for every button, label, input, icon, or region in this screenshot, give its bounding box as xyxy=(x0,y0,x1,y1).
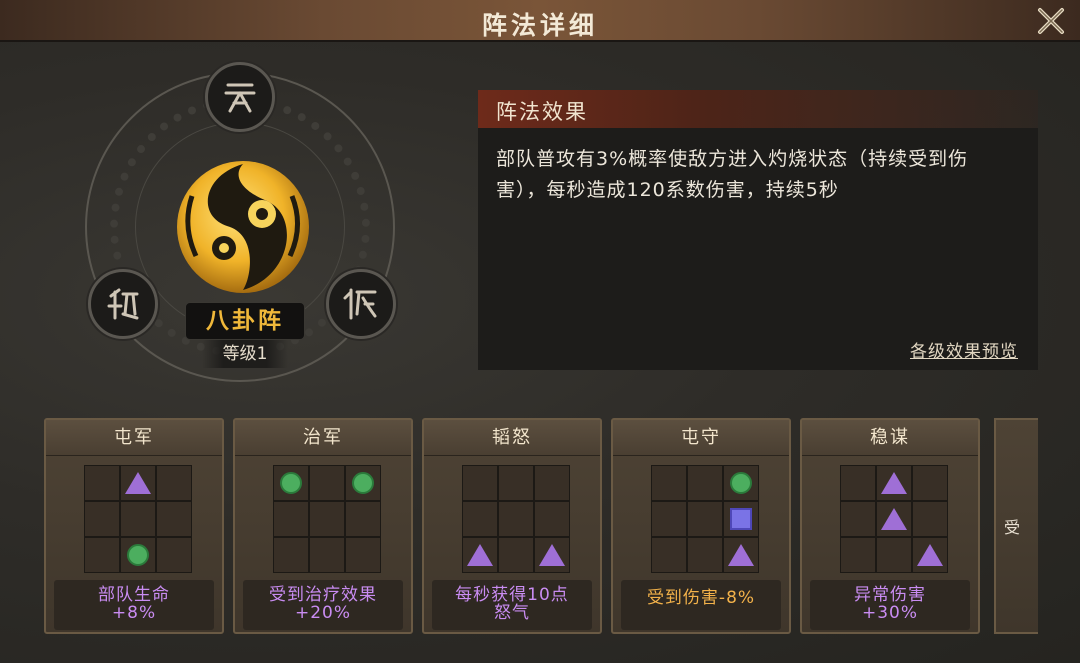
formation-cards: 屯军 部队生命 +8% 治军 受到治疗效果 +20% 韬怒 每秒获得10点 怒气 屯守 受到伤害-8… xyxy=(44,418,1038,636)
formation-name: 八卦阵 xyxy=(185,302,305,340)
effect-description: 部队普攻有3%概率使敌方进入灼烧状态（持续受到伤害），每秒造成120系数伤害，持… xyxy=(496,148,969,201)
grid-cell xyxy=(462,465,498,501)
partial-card[interactable]: 受 xyxy=(994,418,1038,634)
card-effect-line: +20% xyxy=(294,603,352,623)
grid-cell xyxy=(498,501,534,537)
position-grid xyxy=(273,465,381,573)
grid-cell xyxy=(534,465,570,501)
title-bar: 阵法详细 xyxy=(0,0,1080,42)
grid-cell xyxy=(345,501,381,537)
card-effect-line: 异常伤害 xyxy=(854,585,926,605)
grid-cell xyxy=(156,501,192,537)
card-title: 屯守 xyxy=(613,420,789,456)
formation-detail-window: 阵法详细 八卦阵 等级1 阵法效果 部队普攻有3%概率使敌方进入灼烧状态（持续受… xyxy=(0,0,1080,663)
card-effect-line: 受到伤害-8% xyxy=(646,588,756,608)
formation-card[interactable]: 屯守受到伤害-8% xyxy=(611,418,791,634)
grid-cell xyxy=(84,465,120,501)
grid-cell xyxy=(309,465,345,501)
grid-cell xyxy=(840,537,876,573)
card-effect: 受到伤害-8% xyxy=(621,580,781,630)
triangle-piece-icon xyxy=(881,472,907,494)
triangle-piece-icon xyxy=(467,544,493,566)
grid-cell xyxy=(84,537,120,573)
position-grid xyxy=(84,465,192,573)
card-title: 稳谋 xyxy=(802,420,978,456)
grid-cell xyxy=(309,501,345,537)
effect-header: 阵法效果 xyxy=(478,90,1038,128)
formation-level: 等级1 xyxy=(202,340,288,368)
triangle-piece-icon xyxy=(917,544,943,566)
square-piece-icon xyxy=(730,508,752,530)
circle-piece-icon xyxy=(280,472,302,494)
circle-piece-icon xyxy=(352,472,374,494)
grid-cell xyxy=(156,537,192,573)
grid-cell xyxy=(462,501,498,537)
formation-card[interactable]: 治军受到治疗效果 +20% xyxy=(233,418,413,634)
grid-cell xyxy=(273,501,309,537)
card-title: 治军 xyxy=(235,420,411,456)
effect-heading: 阵法效果 xyxy=(496,100,588,124)
partial-card-text: 受 xyxy=(1004,518,1021,537)
earth-rune-icon[interactable] xyxy=(88,269,158,339)
window-title: 阵法详细 xyxy=(481,11,598,40)
grid-cell xyxy=(651,501,687,537)
position-grid xyxy=(840,465,948,573)
triangle-piece-icon xyxy=(125,472,151,494)
formation-card[interactable]: 屯军部队生命 +8% xyxy=(44,418,224,634)
card-effect-line: +30% xyxy=(861,603,919,623)
grid-cell xyxy=(651,465,687,501)
heaven-rune-icon[interactable] xyxy=(205,62,275,132)
grid-cell xyxy=(345,537,381,573)
grid-cell xyxy=(498,465,534,501)
grid-cell xyxy=(273,537,309,573)
grid-cell xyxy=(687,501,723,537)
grid-cell xyxy=(156,465,192,501)
card-effect-line: +8% xyxy=(111,603,157,623)
grid-cell xyxy=(498,537,534,573)
grid-cell xyxy=(687,537,723,573)
grid-cell xyxy=(84,501,120,537)
grid-cell xyxy=(687,465,723,501)
card-effect: 每秒获得10点 怒气 xyxy=(432,580,592,630)
level-preview-link[interactable]: 各级效果预览 xyxy=(910,337,1018,362)
card-effect-line: 受到治疗效果 xyxy=(269,585,377,605)
triangle-piece-icon xyxy=(539,544,565,566)
card-effect: 异常伤害 +30% xyxy=(810,580,970,630)
card-effect-line: 部队生命 xyxy=(98,585,170,605)
close-x-icon[interactable] xyxy=(1036,6,1066,36)
card-effect: 部队生命 +8% xyxy=(54,580,214,630)
card-effect-line: 怒气 xyxy=(494,603,530,623)
grid-cell xyxy=(912,465,948,501)
formation-emblem: 八卦阵 等级1 xyxy=(80,62,410,392)
grid-cell xyxy=(120,501,156,537)
grid-cell xyxy=(912,501,948,537)
grid-cell xyxy=(309,537,345,573)
position-grid xyxy=(651,465,759,573)
position-grid xyxy=(462,465,570,573)
circle-piece-icon xyxy=(127,544,149,566)
grid-cell xyxy=(840,501,876,537)
triangle-piece-icon xyxy=(728,544,754,566)
grid-cell xyxy=(651,537,687,573)
card-title: 屯军 xyxy=(46,420,222,456)
card-effect-line: 每秒获得10点 xyxy=(455,585,569,605)
grid-cell xyxy=(534,501,570,537)
effect-panel: 部队普攻有3%概率使敌方进入灼烧状态（持续受到伤害），每秒造成120系数伤害，持… xyxy=(478,128,1038,370)
card-effect: 受到治疗效果 +20% xyxy=(243,580,403,630)
formation-card[interactable]: 稳谋异常伤害 +30% xyxy=(800,418,980,634)
human-rune-icon[interactable] xyxy=(326,269,396,339)
formation-card[interactable]: 韬怒每秒获得10点 怒气 xyxy=(422,418,602,634)
triangle-piece-icon xyxy=(881,508,907,530)
circle-piece-icon xyxy=(730,472,752,494)
card-title: 韬怒 xyxy=(424,420,600,456)
taiji-emblem-icon xyxy=(172,156,314,298)
grid-cell xyxy=(840,465,876,501)
grid-cell xyxy=(876,537,912,573)
